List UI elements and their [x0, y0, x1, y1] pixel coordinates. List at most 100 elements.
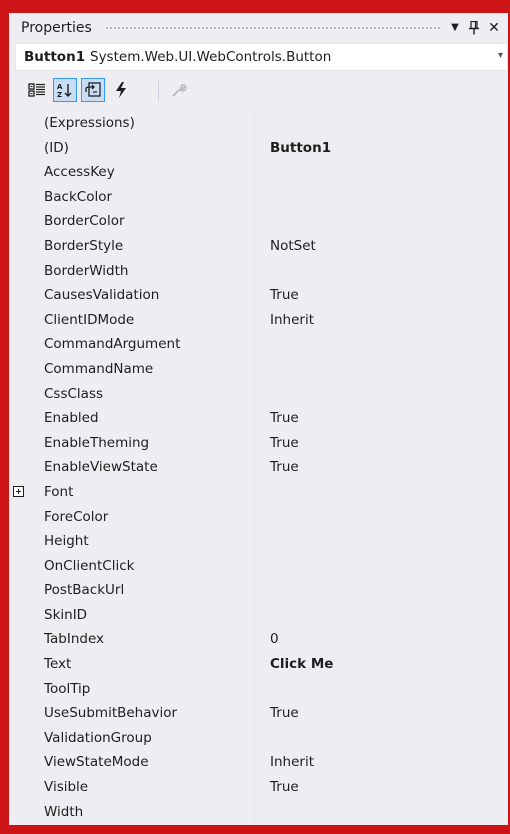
property-name: CommandArgument [33, 332, 255, 357]
property-row[interactable]: SkinID [9, 602, 508, 628]
property-row[interactable]: Font [9, 479, 508, 505]
row-gutter [9, 431, 33, 456]
property-name: ForeColor [33, 504, 255, 530]
property-row[interactable]: CausesValidation True [9, 283, 508, 308]
property-row[interactable]: Width [9, 799, 508, 825]
property-value[interactable] [255, 554, 508, 579]
property-value[interactable]: True [255, 283, 508, 308]
close-icon[interactable]: ✕ [485, 18, 503, 38]
property-value[interactable] [255, 209, 508, 234]
events-icon[interactable] [109, 78, 133, 102]
property-row[interactable]: CommandArgument [9, 332, 508, 357]
property-name: BorderColor [33, 209, 255, 234]
property-value[interactable] [255, 800, 508, 825]
property-value[interactable]: True [255, 775, 508, 800]
row-gutter [9, 209, 33, 234]
property-name: ClientIDMode [33, 307, 255, 333]
property-value[interactable] [255, 160, 508, 185]
property-row[interactable]: BorderColor [9, 209, 508, 234]
object-selector[interactable]: Button1 System.Web.UI.WebControls.Button… [15, 43, 508, 71]
property-value[interactable]: Click Me [255, 652, 508, 677]
property-pages-icon[interactable] [167, 78, 191, 102]
property-name: PostBackUrl [33, 578, 255, 603]
properties-panel: Properties ▼ ✕ Button1 System.Web.UI.Web… [9, 13, 508, 825]
property-value[interactable]: Inherit [255, 750, 508, 775]
chevron-down-icon[interactable]: ▾ [498, 50, 503, 61]
row-gutter [9, 283, 33, 308]
property-row[interactable]: (ID) Button1 [9, 135, 508, 161]
pin-icon[interactable] [465, 18, 483, 38]
property-value[interactable]: True [255, 701, 508, 726]
property-value[interactable] [255, 332, 508, 357]
window-position-dropdown-icon[interactable]: ▼ [446, 18, 464, 38]
property-row[interactable]: BorderWidth [9, 258, 508, 284]
property-value[interactable]: True [255, 455, 508, 480]
property-row[interactable]: TabIndex 0 [9, 627, 508, 653]
property-value[interactable]: True [255, 406, 508, 431]
property-value[interactable] [255, 726, 508, 751]
property-value[interactable] [255, 382, 508, 407]
property-value[interactable] [255, 677, 508, 702]
property-row[interactable]: Height [9, 529, 508, 554]
property-value[interactable] [255, 259, 508, 284]
panel-title: Properties [21, 20, 92, 36]
property-name: Width [33, 799, 255, 825]
property-row[interactable]: Visible True [9, 775, 508, 800]
property-value[interactable]: NotSet [255, 234, 508, 259]
property-row[interactable]: ForeColor [9, 504, 508, 530]
property-row[interactable]: Enabled True [9, 406, 508, 431]
property-value[interactable] [255, 357, 508, 382]
property-row[interactable]: (Expressions) [9, 111, 508, 136]
property-name: EnableTheming [33, 430, 255, 456]
row-gutter [9, 775, 33, 800]
property-row[interactable]: CommandName [9, 356, 508, 382]
property-name: OnClientClick [33, 553, 255, 579]
row-gutter [9, 603, 33, 628]
categorized-icon[interactable] [25, 78, 49, 102]
property-name: AccessKey [33, 160, 255, 185]
property-row[interactable]: EnableTheming True [9, 430, 508, 456]
property-row[interactable]: PostBackUrl [9, 578, 508, 603]
properties-icon[interactable] [81, 78, 105, 102]
property-row[interactable]: AccessKey [9, 160, 508, 185]
row-gutter [9, 308, 33, 333]
property-value[interactable]: Inherit [255, 308, 508, 333]
drag-grip[interactable] [105, 26, 440, 31]
row-gutter [9, 505, 33, 530]
property-value[interactable]: True [255, 431, 508, 456]
property-row[interactable]: Text Click Me [9, 652, 508, 677]
row-gutter [9, 578, 33, 603]
property-row[interactable]: ClientIDMode Inherit [9, 307, 508, 333]
property-value[interactable] [255, 578, 508, 603]
row-gutter [9, 406, 33, 431]
property-name: UseSubmitBehavior [33, 701, 255, 726]
property-value[interactable] [255, 603, 508, 628]
property-row[interactable]: ValidationGroup [9, 725, 508, 751]
panel-titlebar[interactable]: Properties ▼ ✕ [9, 13, 508, 43]
property-value[interactable] [255, 111, 508, 136]
property-value[interactable] [255, 529, 508, 554]
property-value[interactable]: 0 [255, 627, 508, 652]
property-row[interactable]: OnClientClick [9, 553, 508, 579]
row-gutter [9, 726, 33, 751]
property-row[interactable]: BorderStyle NotSet [9, 233, 508, 259]
property-row[interactable]: ToolTip [9, 676, 508, 702]
row-gutter [9, 800, 33, 825]
property-name: Height [33, 529, 255, 554]
property-value[interactable] [255, 185, 508, 210]
expand-plus-icon[interactable] [13, 485, 24, 497]
property-value[interactable]: Button1 [255, 136, 508, 161]
property-row[interactable]: EnableViewState True [9, 455, 508, 480]
property-value[interactable] [255, 480, 508, 505]
alphabetical-icon[interactable]: A Z [53, 78, 77, 102]
property-row[interactable]: CssClass [9, 381, 508, 407]
property-row[interactable]: UseSubmitBehavior True [9, 701, 508, 726]
toolbar-separator [158, 81, 159, 101]
property-name: BackColor [33, 184, 255, 210]
property-row[interactable]: ViewStateMode Inherit [9, 750, 508, 776]
property-name: CssClass [33, 381, 255, 407]
property-value[interactable] [255, 505, 508, 530]
row-gutter [9, 357, 33, 382]
row-gutter [9, 136, 33, 161]
property-row[interactable]: BackColor [9, 184, 508, 210]
